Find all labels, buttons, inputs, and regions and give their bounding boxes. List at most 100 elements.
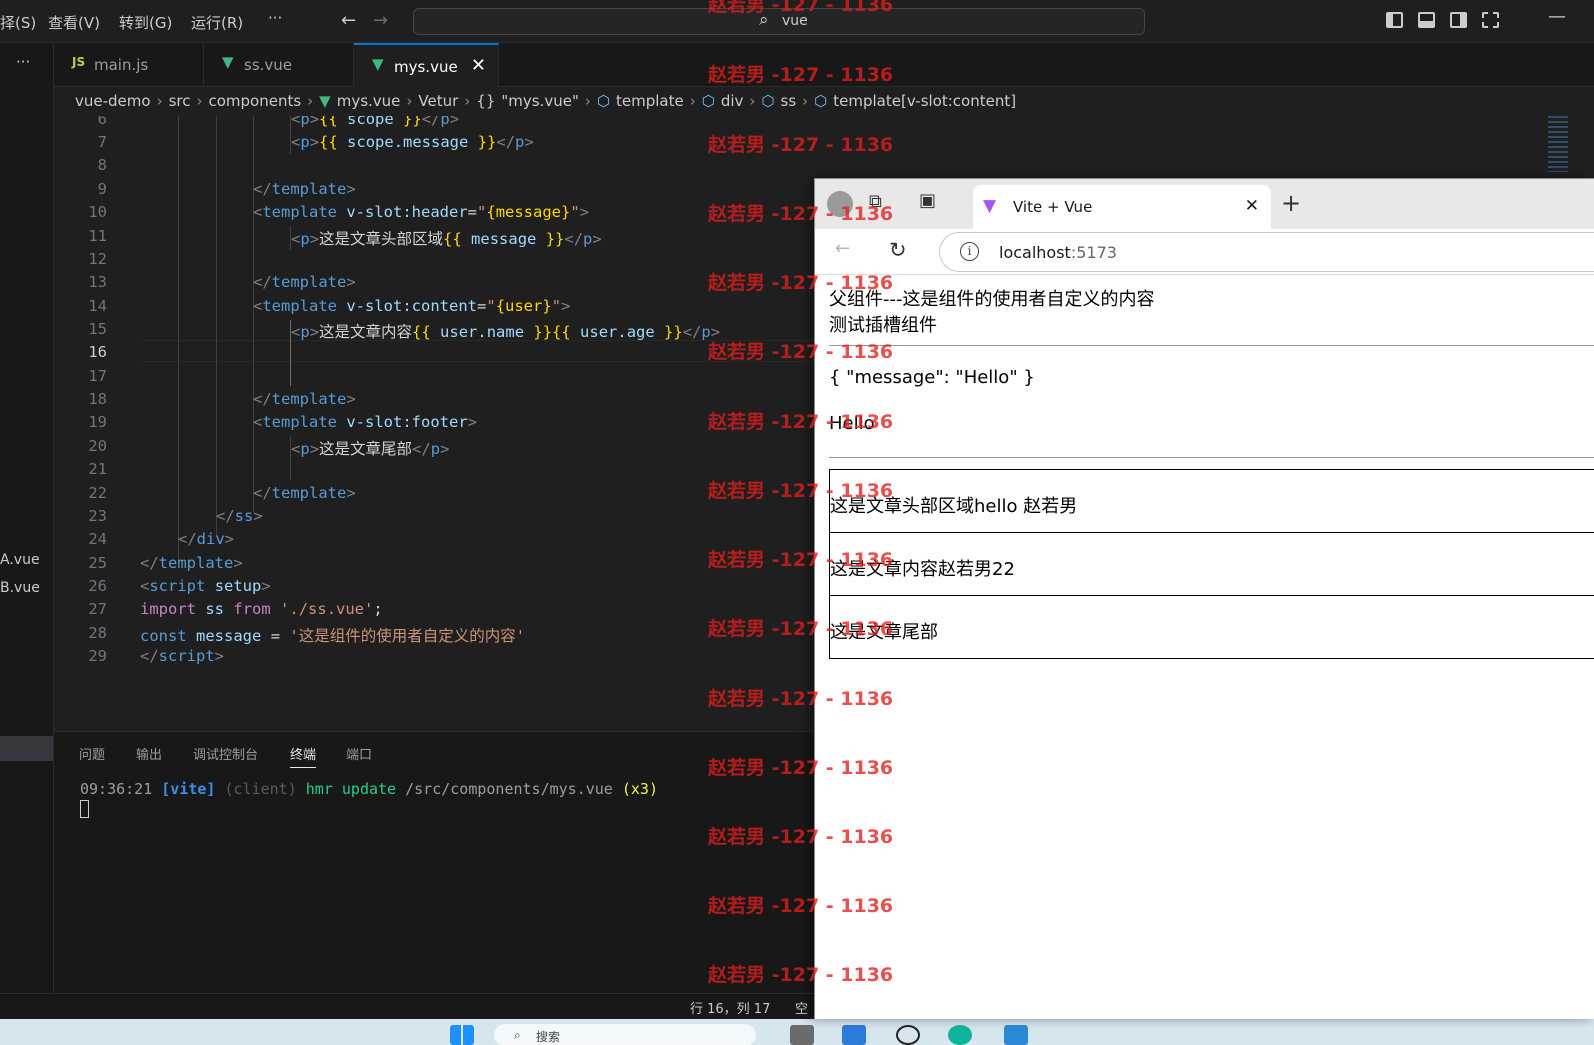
windows-start-icon[interactable] (450, 1025, 474, 1045)
line-number: 29 (88, 647, 107, 665)
close-icon[interactable]: ✕ (471, 55, 486, 76)
new-tab-icon[interactable]: + (1281, 189, 1301, 217)
chevron-right-icon: › (196, 92, 203, 110)
tab-ss-vue[interactable]: ▼ ss.vue (204, 43, 354, 87)
app-icon[interactable] (896, 1025, 920, 1045)
outlook-icon[interactable] (842, 1025, 866, 1045)
info-icon[interactable]: i (960, 242, 979, 261)
page-content: 父组件---这是组件的使用者自定义的内容 测试插槽组件 { "message":… (815, 275, 1594, 1019)
code-line: <p>这是文章尾部</p> (291, 440, 450, 458)
breadcrumb-item[interactable]: vue-demo (75, 92, 151, 114)
selected-row-highlight (0, 736, 53, 761)
task-view-icon[interactable] (790, 1025, 814, 1045)
tab-terminal[interactable]: 终端 (290, 744, 317, 768)
indent-guide (178, 116, 179, 559)
browser-tab-title: Vite + Vue (1013, 198, 1093, 216)
code-line: <template v-slot:header="{message}"> (253, 203, 590, 221)
vue-file-icon: ▼ (222, 53, 234, 71)
line-number: 25 (88, 554, 107, 572)
code-line: </script> (140, 647, 225, 665)
line-number: 19 (88, 413, 107, 431)
code-line: <template v-slot:footer> (253, 413, 478, 431)
toggle-secondary-sidebar-icon[interactable] (1450, 12, 1467, 28)
breadcrumb: vue-demo › src › components › ▼ mys.vue › Ve… (75, 92, 1016, 114)
line-number: 7 (97, 133, 107, 151)
url-text: localhost:5173 (999, 243, 1117, 262)
command-center-search[interactable]: ⌕ vue (413, 8, 1145, 35)
breadcrumb-item[interactable]: Vetur (418, 92, 458, 114)
menu-more[interactable]: ··· (268, 9, 282, 27)
code-line: <p>{{ scope }}</p> (291, 116, 460, 128)
reload-icon[interactable]: ↻ (889, 238, 907, 262)
menu-run[interactable]: 运行(R) (191, 12, 243, 33)
menu-selection[interactable]: 择(S) (0, 12, 36, 33)
code-line: import ss from './ss.vue'; (140, 600, 383, 618)
profile-avatar-icon[interactable] (827, 191, 853, 217)
minimap[interactable] (1548, 116, 1568, 172)
toggle-primary-sidebar-icon[interactable] (1386, 12, 1403, 28)
line-number: 27 (88, 600, 107, 618)
browser-window: ⧉ ▣ ▼ Vite + Vue ✕ + ← ↻ i localhost:517… (814, 178, 1594, 1019)
header-slot-box: 这是文章头部区域hello 赵若男 (829, 469, 1594, 533)
code-line: </template> (253, 390, 356, 408)
code-line: <p>这是文章内容{{ user.name }}{{ user.age }}</… (291, 323, 721, 341)
code-line: <template v-slot:content="{user}"> (253, 297, 571, 315)
sidebar-more-icon[interactable]: ··· (16, 53, 30, 71)
braces-icon: {} (476, 92, 496, 110)
breadcrumb-item[interactable]: "mys.vue" (501, 92, 578, 114)
indentation-status[interactable]: 空 (795, 998, 808, 1017)
windows-taskbar: ⌕ 搜索 (0, 1019, 1594, 1045)
browser-toolbar: ← ↻ i localhost:5173 (815, 229, 1594, 275)
code-line: </ss> (216, 507, 263, 525)
breadcrumb-item[interactable]: components (208, 92, 301, 114)
forward-arrow-icon[interactable]: → (373, 10, 388, 31)
tab-debug-console[interactable]: 调试控制台 (193, 744, 258, 763)
title-bar: 择(S) 查看(V) 转到(G) 运行(R) ··· ← → ⌕ vue — (0, 0, 1594, 43)
tab-problems[interactable]: 问题 (79, 744, 105, 763)
tab-ports[interactable]: 端口 (346, 744, 372, 763)
tab-output[interactable]: 输出 (136, 744, 162, 763)
close-icon[interactable]: ✕ (1245, 196, 1259, 216)
breadcrumb-item[interactable]: template[v-slot:content] (833, 92, 1016, 114)
json-output: { "message": "Hello" } (829, 367, 1035, 388)
toggle-panel-icon[interactable] (1418, 12, 1435, 28)
cursor-position[interactable]: 行 16，列 17 (690, 998, 770, 1017)
back-arrow-icon[interactable]: ← (341, 10, 356, 31)
js-file-icon: JS (72, 55, 86, 69)
file-a-vue[interactable]: A.vue (0, 552, 40, 568)
breadcrumb-item[interactable]: template (616, 92, 684, 114)
symbol-cube-icon: ⬡ (814, 92, 828, 110)
menu-go[interactable]: 转到(G) (119, 12, 172, 33)
minimize-icon[interactable]: — (1548, 6, 1566, 27)
breadcrumb-item[interactable]: src (169, 92, 191, 114)
terminal-cursor[interactable] (80, 800, 89, 818)
line-number: 12 (88, 250, 107, 268)
code-line: <p>这是文章头部区域{{ message }}</p> (291, 230, 602, 248)
browser-tab-vite-vue[interactable]: ▼ Vite + Vue ✕ (973, 185, 1271, 229)
back-arrow-icon[interactable]: ← (835, 238, 850, 259)
vue-file-icon: ▼ (372, 55, 384, 73)
chevron-right-icon: › (584, 92, 591, 110)
customize-layout-icon[interactable] (1482, 12, 1499, 28)
tab-main-js[interactable]: JS main.js (54, 43, 204, 87)
menu-view[interactable]: 查看(V) (48, 12, 100, 33)
tab-mys-vue[interactable]: ▼ mys.vue ✕ (354, 43, 499, 87)
chevron-right-icon: › (749, 92, 756, 110)
chevron-right-icon: › (156, 92, 163, 110)
taskbar-search[interactable]: ⌕ 搜索 (494, 1024, 756, 1045)
breadcrumb-item[interactable]: mys.vue (337, 92, 401, 114)
file-b-vue[interactable]: B.vue (0, 580, 40, 596)
address-bar[interactable]: i localhost:5173 (939, 232, 1594, 272)
line-number: 10 (88, 203, 107, 221)
breadcrumb-item[interactable]: ss (781, 92, 797, 114)
code-line: </template> (140, 554, 243, 572)
vertical-tabs-icon[interactable]: ▣ (919, 190, 936, 211)
vscode-icon[interactable] (1004, 1025, 1028, 1045)
breadcrumb-item[interactable]: div (721, 92, 744, 114)
symbol-cube-icon: ⬡ (761, 92, 775, 110)
workspaces-icon[interactable]: ⧉ (869, 191, 882, 212)
code-line: </template> (253, 180, 356, 198)
line-number: 22 (88, 484, 107, 502)
code-line: </template> (253, 484, 356, 502)
edge-icon[interactable] (948, 1025, 972, 1045)
